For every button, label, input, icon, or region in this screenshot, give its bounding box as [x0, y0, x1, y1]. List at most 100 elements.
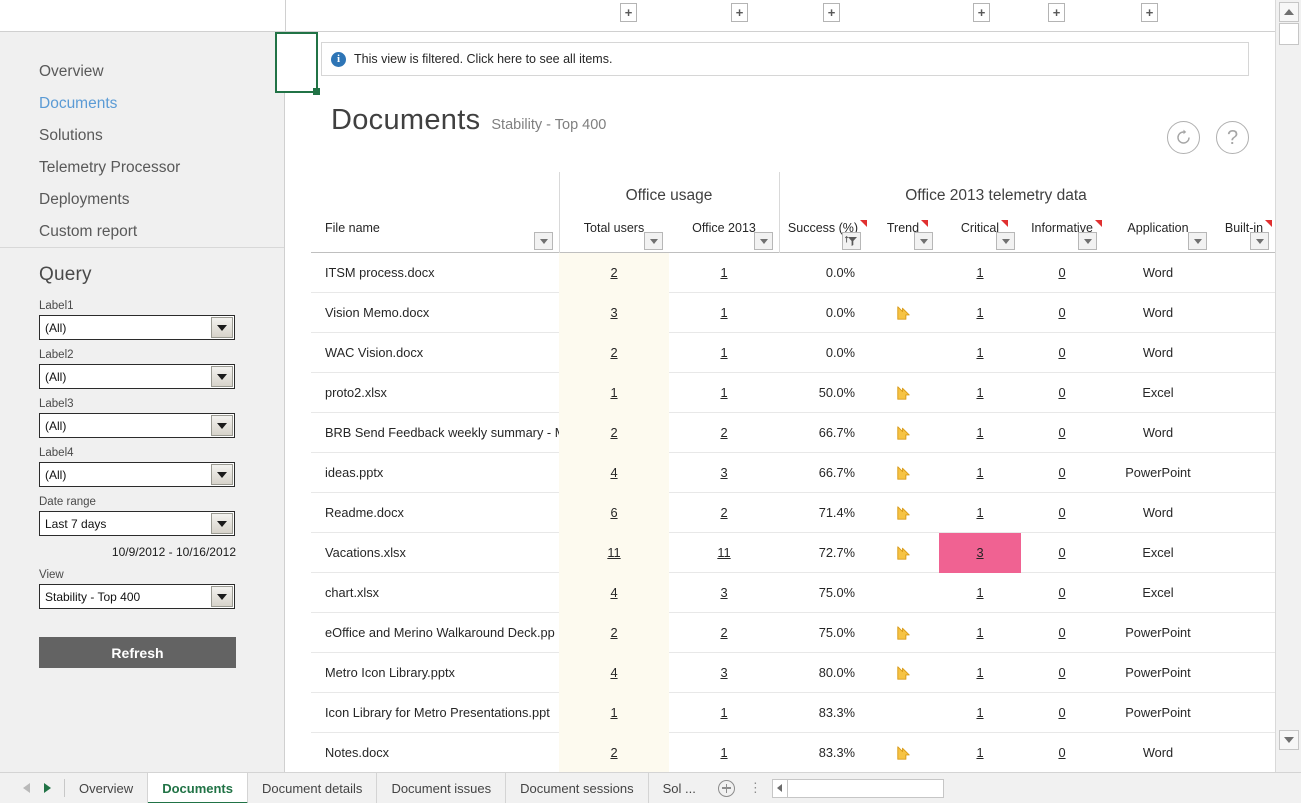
cell-total_users[interactable]: 2 — [559, 613, 669, 653]
hscroll-left-icon[interactable] — [773, 779, 788, 797]
filter-dropdown-icon-builtin[interactable] — [1250, 232, 1269, 250]
vertical-scroll-thumb[interactable] — [1279, 23, 1299, 45]
office2013-link[interactable]: 1 — [720, 385, 727, 400]
total_users-link[interactable]: 1 — [610, 705, 617, 720]
informative-link[interactable]: 0 — [1058, 745, 1065, 760]
pivot-expand-button-5[interactable]: + — [1048, 3, 1065, 22]
cell-office2013[interactable]: 1 — [669, 253, 779, 293]
cell-critical[interactable]: 1 — [939, 253, 1021, 293]
cell-critical[interactable]: 1 — [939, 613, 1021, 653]
cell-critical[interactable]: 1 — [939, 573, 1021, 613]
cell-informative[interactable]: 0 — [1021, 573, 1103, 613]
cell-critical[interactable]: 1 — [939, 293, 1021, 333]
total_users-link[interactable]: 2 — [610, 745, 617, 760]
cell-total_users[interactable]: 1 — [559, 693, 669, 733]
informative-link[interactable]: 0 — [1058, 545, 1065, 560]
critical-link[interactable]: 1 — [976, 625, 983, 640]
filter-dropdown-icon-informative[interactable] — [1078, 232, 1097, 250]
cell-total_users[interactable]: 6 — [559, 493, 669, 533]
cell-office2013[interactable]: 1 — [669, 293, 779, 333]
cell-critical[interactable]: 1 — [939, 453, 1021, 493]
horizontal-scrollbar[interactable] — [771, 778, 944, 798]
filter-dropdown-icon-total_users[interactable] — [644, 232, 663, 250]
total_users-link[interactable]: 6 — [610, 505, 617, 520]
critical-link[interactable]: 1 — [976, 425, 983, 440]
critical-link[interactable]: 1 — [976, 665, 983, 680]
cell-total_users[interactable]: 4 — [559, 653, 669, 693]
cell-informative[interactable]: 0 — [1021, 693, 1103, 733]
excel-cell-selection[interactable] — [275, 32, 320, 95]
filter-banner[interactable]: i This view is filtered. Click here to s… — [321, 42, 1249, 76]
cell-informative[interactable]: 0 — [1021, 533, 1103, 573]
cell-informative[interactable]: 0 — [1021, 373, 1103, 413]
office2013-link[interactable]: 2 — [720, 625, 727, 640]
cell-informative[interactable]: 0 — [1021, 613, 1103, 653]
sidebar-item-documents[interactable]: Documents — [0, 88, 284, 120]
total_users-link[interactable]: 4 — [610, 585, 617, 600]
critical-link[interactable]: 1 — [976, 505, 983, 520]
filter-dropdown-icon-trend[interactable] — [914, 232, 933, 250]
sheet-tab-documents[interactable]: Documents — [148, 772, 248, 803]
pivot-expand-button-4[interactable]: + — [973, 3, 990, 22]
pivot-expand-button-6[interactable]: + — [1141, 3, 1158, 22]
cell-office2013[interactable]: 2 — [669, 493, 779, 533]
cell-informative[interactable]: 0 — [1021, 413, 1103, 453]
label2-select[interactable]: (All) — [39, 364, 235, 389]
view-select[interactable]: Stability - Top 400 — [39, 584, 235, 609]
chevron-down-icon[interactable] — [211, 415, 233, 436]
chevron-down-icon[interactable] — [211, 586, 233, 607]
cell-informative[interactable]: 0 — [1021, 453, 1103, 493]
chevron-down-icon[interactable] — [211, 366, 233, 387]
vertical-scrollbar[interactable] — [1275, 0, 1301, 772]
cell-critical[interactable]: 1 — [939, 333, 1021, 373]
hscroll-track[interactable] — [787, 779, 943, 797]
cell-critical[interactable]: 1 — [939, 493, 1021, 533]
office2013-link[interactable]: 2 — [720, 505, 727, 520]
date-range-select[interactable]: Last 7 days — [39, 511, 235, 536]
informative-link[interactable]: 0 — [1058, 385, 1065, 400]
informative-link[interactable]: 0 — [1058, 705, 1065, 720]
chevron-down-icon[interactable] — [211, 513, 233, 534]
total_users-link[interactable]: 4 — [610, 465, 617, 480]
sheet-prev-icon[interactable] — [23, 783, 30, 793]
office2013-link[interactable]: 2 — [720, 425, 727, 440]
total_users-link[interactable]: 1 — [610, 385, 617, 400]
sidebar-item-deployments[interactable]: Deployments — [0, 184, 284, 216]
add-sheet-icon[interactable] — [717, 779, 735, 797]
cell-critical[interactable]: 1 — [939, 693, 1021, 733]
informative-link[interactable]: 0 — [1058, 465, 1065, 480]
sidebar-item-custom-report[interactable]: Custom report — [0, 216, 284, 248]
office2013-link[interactable]: 1 — [720, 265, 727, 280]
cell-office2013[interactable]: 2 — [669, 413, 779, 453]
label3-select[interactable]: (All) — [39, 413, 235, 438]
sidebar-item-telemetry-processor[interactable]: Telemetry Processor — [0, 152, 284, 184]
total_users-link[interactable]: 2 — [610, 265, 617, 280]
filter-dropdown-icon-file_name[interactable] — [534, 232, 553, 250]
sidebar-item-solutions[interactable]: Solutions — [0, 120, 284, 152]
cell-total_users[interactable]: 2 — [559, 333, 669, 373]
total_users-link[interactable]: 2 — [610, 345, 617, 360]
informative-link[interactable]: 0 — [1058, 505, 1065, 520]
pivot-expand-button-3[interactable]: + — [823, 3, 840, 22]
scroll-down-icon[interactable] — [1279, 730, 1299, 750]
informative-link[interactable]: 0 — [1058, 625, 1065, 640]
informative-link[interactable]: 0 — [1058, 265, 1065, 280]
office2013-link[interactable]: 1 — [720, 345, 727, 360]
cell-office2013[interactable]: 1 — [669, 333, 779, 373]
scroll-up-icon[interactable] — [1279, 2, 1299, 22]
cell-office2013[interactable]: 3 — [669, 653, 779, 693]
sheet-tab-sol[interactable]: Sol ... — [649, 773, 710, 803]
sheet-tab-overview[interactable]: Overview — [65, 772, 149, 803]
cell-critical[interactable]: 1 — [939, 653, 1021, 693]
critical-link[interactable]: 1 — [976, 745, 983, 760]
cell-office2013[interactable]: 1 — [669, 733, 779, 773]
cell-informative[interactable]: 0 — [1021, 293, 1103, 333]
cell-total_users[interactable]: 4 — [559, 573, 669, 613]
cell-office2013[interactable]: 1 — [669, 693, 779, 733]
filter-dropdown-icon-critical[interactable] — [996, 232, 1015, 250]
informative-link[interactable]: 0 — [1058, 305, 1065, 320]
critical-count-link[interactable]: 3 — [976, 545, 983, 560]
informative-link[interactable]: 0 — [1058, 585, 1065, 600]
cell-total_users[interactable]: 2 — [559, 413, 669, 453]
total_users-link[interactable]: 2 — [610, 625, 617, 640]
